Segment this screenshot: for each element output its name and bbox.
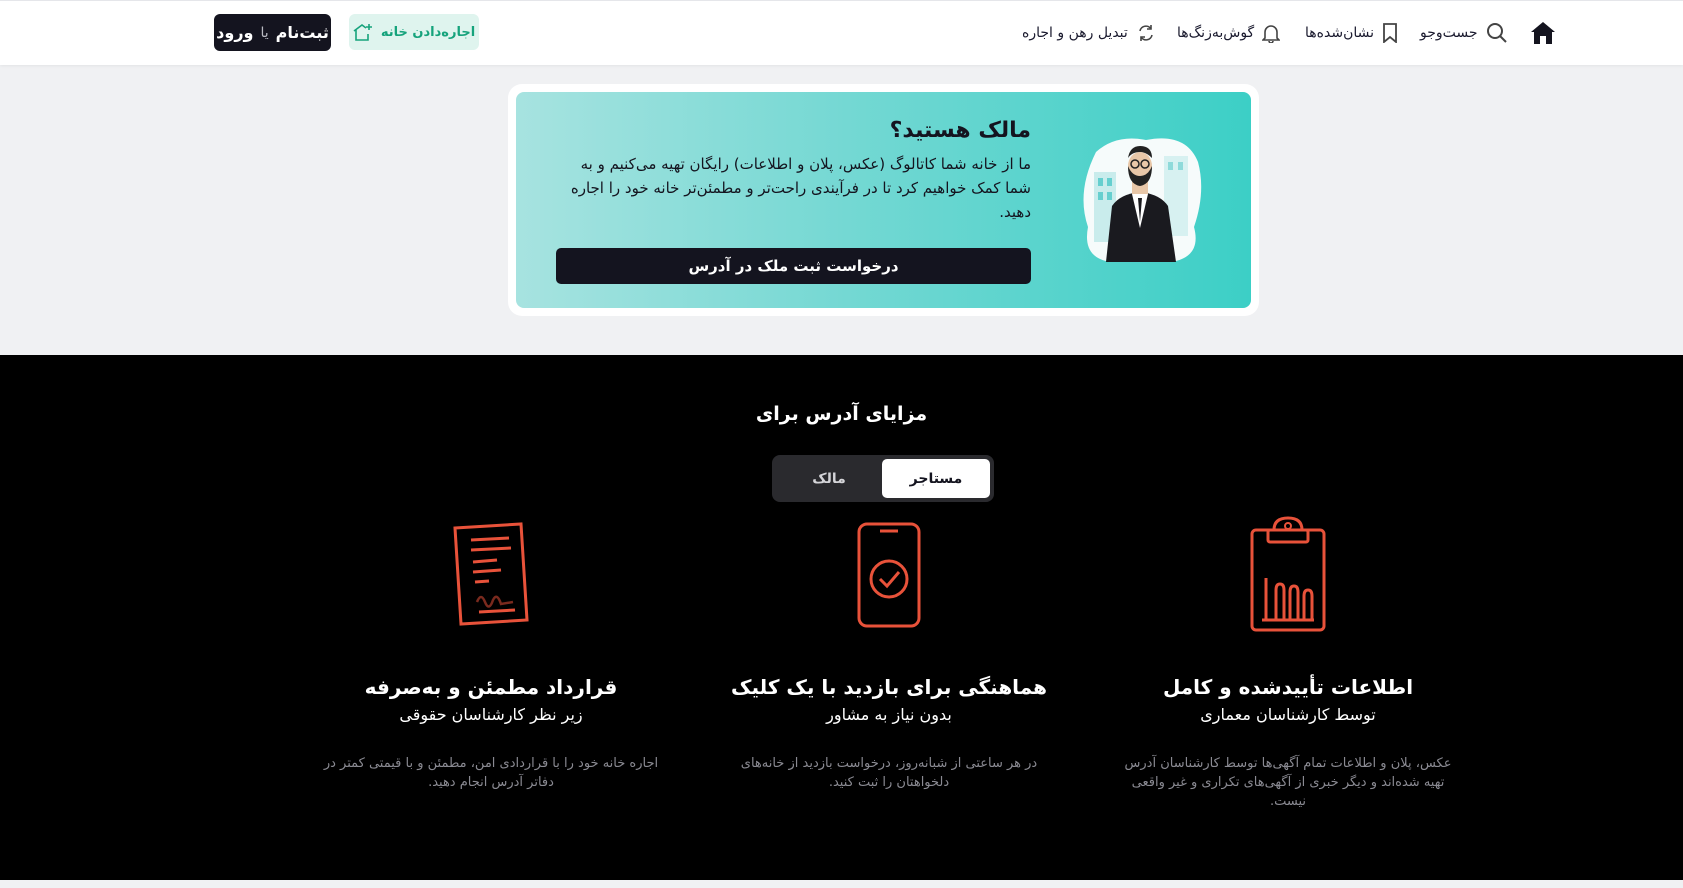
rent-out-home-button[interactable]: اجاره‌دادن خانه <box>349 14 479 50</box>
audience-toggle: مستاجر مالک <box>772 455 994 502</box>
contract-icon <box>453 522 529 626</box>
feature-description: اجاره خانه خود را با قراردادی امن، مطمئن… <box>323 756 659 790</box>
owner-illustration-icon <box>1083 138 1202 262</box>
feature-subtitle: بدون نیاز به مشاور <box>826 705 952 724</box>
search-icon <box>1486 22 1507 43</box>
nav-convert-label: تبدیل رهن و اجاره <box>1022 24 1128 41</box>
nav-convert[interactable]: تبدیل رهن و اجاره <box>1022 1 1156 64</box>
home-icon <box>1531 21 1555 44</box>
feature-safe-contract: قرارداد مطمئن و به‌صرفه زیر نظر کارشناسا… <box>311 515 671 792</box>
nav-alerts-label: گوش‌به‌زنگ‌ها <box>1177 24 1255 41</box>
nav-alerts[interactable]: گوش‌به‌زنگ‌ها <box>1177 1 1281 64</box>
clipboard-chart-icon <box>1250 516 1326 632</box>
nav-search[interactable]: جست‌وجو <box>1420 1 1508 64</box>
bookmark-icon <box>1383 22 1397 43</box>
feature-title: هماهنگی برای بازدید با یک کلیک <box>731 675 1047 699</box>
nav-search-label: جست‌وجو <box>1420 24 1478 41</box>
owner-card-description: ما از خانه شما کاتالوگ (عکس، پلان و اطلا… <box>570 155 1031 221</box>
advantages-title: مزایای آدرس برای <box>755 403 928 425</box>
feature-verified-info: اطلاعات تأییدشده و کامل توسط کارشناسان م… <box>1108 515 1468 811</box>
add-home-icon <box>353 24 372 41</box>
owner-card-frame: مالک هستید؟ ما از خانه شما کاتالوگ (عکس،… <box>508 84 1259 316</box>
signup-login-button[interactable]: ثبت‌نام یا ورود <box>214 14 331 51</box>
phone-check-icon <box>857 522 921 628</box>
signup-label: ثبت‌نام <box>275 23 329 42</box>
convert-icon <box>1139 24 1153 41</box>
or-label: یا <box>260 24 269 41</box>
bell-icon <box>1262 24 1281 43</box>
home-button[interactable] <box>1530 1 1556 64</box>
tab-tenant[interactable]: مستاجر <box>882 459 990 498</box>
tab-owner[interactable]: مالک <box>776 459 882 498</box>
owner-card: مالک هستید؟ ما از خانه شما کاتالوگ (عکس،… <box>516 92 1251 308</box>
rent-out-label: اجاره‌دادن خانه <box>380 24 476 40</box>
feature-description: عکس، پلان و اطلاعات تمام آگهی‌ها توسط کا… <box>1124 756 1452 809</box>
feature-one-click-visit: هماهنگی برای بازدید با یک کلیک بدون نیاز… <box>709 515 1069 792</box>
nav-bookmarks[interactable]: نشان‌شده‌ها <box>1305 1 1398 64</box>
login-label: ورود <box>216 23 254 42</box>
owner-card-title: مالک هستید؟ <box>889 118 1031 143</box>
page-bottom-divider <box>0 880 1683 888</box>
feature-description: در هر ساعتی از شبانه‌روز، درخواست بازدید… <box>740 756 1038 790</box>
feature-title: قرارداد مطمئن و به‌صرفه <box>364 675 618 699</box>
top-navbar: جست‌وجو نشان‌شده‌ها گوش‌به‌زنگ‌ها تبدیل … <box>0 0 1683 65</box>
feature-title: اطلاعات تأییدشده و کامل <box>1162 675 1414 699</box>
advantages-section: مزایای آدرس برای مستاجر مالک اطلاعات تأی… <box>0 355 1683 880</box>
feature-subtitle: توسط کارشناسان معماری <box>1200 705 1376 724</box>
nav-bookmarks-label: نشان‌شده‌ها <box>1305 24 1374 41</box>
feature-subtitle: زیر نظر کارشناسان حقوقی <box>399 705 583 724</box>
register-property-button[interactable]: درخواست ثبت ملک در آدرس <box>556 248 1031 284</box>
